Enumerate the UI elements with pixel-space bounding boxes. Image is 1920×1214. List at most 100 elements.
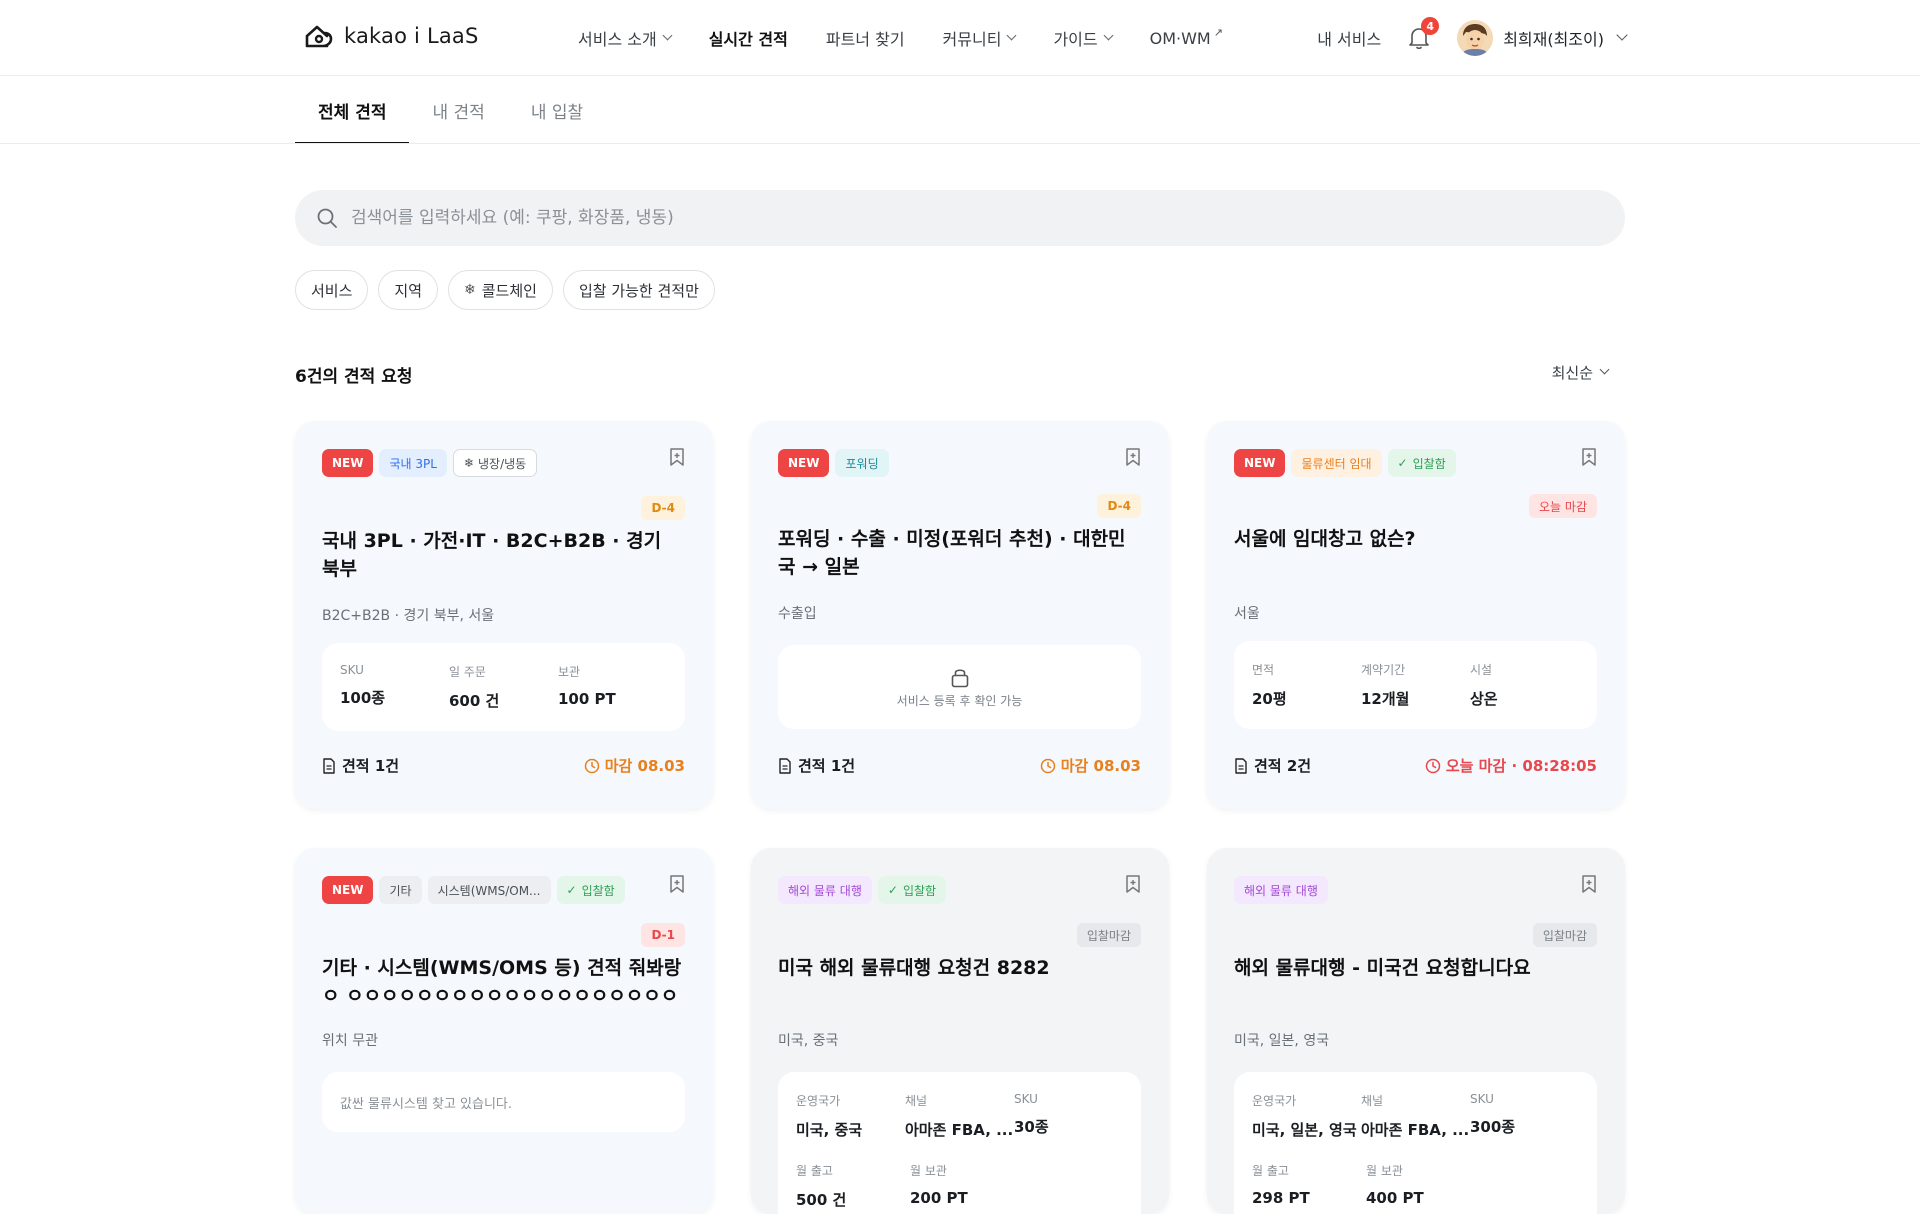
- avatar[interactable]: [1457, 20, 1494, 56]
- closed-badge: 입찰마감: [1076, 923, 1141, 947]
- category-tag: 시스템(WMS/OM...: [427, 876, 551, 904]
- nav-realtime-quote[interactable]: 실시간 견적: [709, 26, 788, 50]
- tab-my-bids[interactable]: 내 입찰: [508, 77, 606, 143]
- chevron-down-icon: [1006, 30, 1017, 40]
- card-subtitle: 서울: [1234, 606, 1260, 622]
- info-label: 월 출고: [796, 1164, 833, 1178]
- chevron-down-icon[interactable]: [1616, 29, 1628, 41]
- card-title: 해외 물류대행 - 미국건 요청합니다요: [1234, 957, 1531, 979]
- info-item: SKU 300종: [1470, 1092, 1579, 1140]
- info-value: 100종: [340, 689, 386, 707]
- nav-guide[interactable]: 가이드: [1053, 26, 1114, 50]
- info-item: 월 출고 298 PT: [1252, 1162, 1366, 1207]
- info-value: 200 PT: [910, 1189, 968, 1207]
- document-icon: [1235, 757, 1247, 774]
- info-label: SKU: [340, 663, 364, 677]
- clock-icon: [1040, 758, 1055, 773]
- dday-badge: D-1: [641, 923, 685, 947]
- nav-service-intro[interactable]: 서비스 소개: [578, 26, 673, 50]
- info-label: 면적: [1252, 663, 1275, 677]
- logo[interactable]: kakao i LaaS: [303, 22, 479, 50]
- lock-icon: [951, 668, 968, 687]
- info-box: SKU 100종 일 주문 600 건 보관 100 PT: [322, 643, 685, 731]
- info-item: 운영국가 미국, 중국: [796, 1092, 905, 1140]
- my-service-link[interactable]: 내 서비스: [1317, 26, 1381, 50]
- info-label: 보관: [558, 665, 581, 679]
- info-item: 일 주문 600 건: [449, 663, 558, 711]
- bookmark-icon[interactable]: [669, 447, 685, 467]
- card-subtitle: B2C+B2B · 경기 북부, 서울: [322, 608, 495, 624]
- filter-region[interactable]: 지역: [378, 270, 439, 310]
- category-tag: 물류센터 임대: [1291, 449, 1382, 477]
- quote-card[interactable]: NEW 국내 3PL ❄ 냉장/냉동 D-4 국내 3PL · 가전·IT · B…: [295, 421, 713, 809]
- snowflake-icon: ❄: [464, 282, 476, 298]
- filter-biddable-only[interactable]: 입찰 가능한 견적만: [562, 270, 715, 310]
- card-title: 포워딩 · 수출 · 미정(포워더 추천) · 대한민국 → 일본: [778, 528, 1126, 578]
- header-right: 내 서비스 4 최희재(최조이): [1317, 17, 1628, 58]
- info-item: 월 보관 200 PT: [910, 1162, 1024, 1210]
- info-value: 500 건: [796, 1191, 847, 1209]
- tag-label: 입찰함: [1412, 456, 1446, 471]
- deadline: 오늘 마감 · 08:28:05: [1425, 755, 1597, 776]
- new-badge: NEW: [322, 449, 374, 477]
- info-value: 상온: [1470, 690, 1498, 708]
- check-icon: ✓: [887, 883, 898, 897]
- chip-label: 입찰 가능한 견적만: [578, 281, 699, 300]
- bookmark-icon[interactable]: [669, 874, 685, 894]
- chip-label: 서비스: [311, 281, 353, 300]
- quote-card[interactable]: NEW 포워딩 D-4 포워딩 · 수출 · 미정(포워더 추천) · 대한민국…: [751, 421, 1169, 809]
- tab-all-quotes[interactable]: 전체 견적: [295, 77, 410, 144]
- info-value: 12개월: [1361, 690, 1410, 708]
- category-tag: 포워딩: [835, 449, 889, 477]
- info-label: 월 보관: [1366, 1164, 1403, 1178]
- deadline: 마감 08.03: [1040, 755, 1141, 776]
- bookmark-icon[interactable]: [1125, 874, 1141, 894]
- info-value: 20평: [1252, 690, 1287, 708]
- notification-button[interactable]: 4: [1407, 17, 1440, 51]
- info-item: 계약기간 12개월: [1361, 661, 1470, 709]
- info-label: 월 출고: [1252, 1164, 1289, 1178]
- top-header: kakao i LaaS 서비스 소개 실시간 견적 파트너 찾기 커뮤니티 가…: [0, 0, 1920, 76]
- filter-chips: 서비스 지역 ❄ 콜드체인 입찰 가능한 견적만: [295, 270, 715, 310]
- snowflake-icon: ❄: [463, 456, 474, 470]
- quote-card[interactable]: 해외 물류 대행 ✓ 입찰함 입찰마감 미국 해외 물류대행 요청건 8282 미…: [751, 848, 1169, 1214]
- closed-badge: 입찰마감: [1532, 923, 1597, 947]
- clock-icon: [584, 758, 599, 773]
- info-label: 계약기간: [1361, 663, 1406, 677]
- nav-find-partner[interactable]: 파트너 찾기: [826, 26, 905, 50]
- info-value: 미국, 중국: [796, 1121, 863, 1139]
- info-item: 월 보관 400 PT: [1366, 1162, 1480, 1207]
- nav-community[interactable]: 커뮤니티: [943, 26, 1017, 50]
- bookmark-icon[interactable]: [1581, 874, 1597, 894]
- info-label: 시설: [1470, 663, 1493, 677]
- bookmark-icon[interactable]: [1125, 447, 1141, 467]
- dday-badge: D-4: [641, 496, 685, 520]
- quote-card[interactable]: 해외 물류 대행 입찰마감 해외 물류대행 - 미국건 요청합니다요 미국, 일…: [1207, 848, 1625, 1214]
- bid-count-text: 견적 2건: [1254, 757, 1312, 775]
- tab-my-quotes[interactable]: 내 견적: [409, 77, 507, 143]
- quote-card[interactable]: NEW 물류센터 임대 ✓ 입찰함 오늘 마감 서울에 임대창고 없슨? 서울 면…: [1207, 421, 1625, 809]
- clock-icon: [1425, 758, 1441, 773]
- info-item: 월 출고 500 건: [796, 1162, 910, 1210]
- chevron-down-icon: [662, 30, 673, 40]
- quote-card[interactable]: NEW 기타 시스템(WMS/OM... ✓ 입찰함 D-1 기타 · 시스템(W…: [295, 848, 713, 1214]
- check-icon: ✓: [1397, 456, 1408, 470]
- nav-label: OM·WM: [1149, 28, 1211, 48]
- bookmark-icon[interactable]: [1581, 447, 1597, 467]
- logo-icon: [305, 25, 333, 48]
- info-label: SKU: [1470, 1092, 1494, 1106]
- filter-service[interactable]: 서비스: [295, 270, 369, 310]
- search-input[interactable]: [351, 208, 1551, 228]
- sort-dropdown[interactable]: 최신순: [1552, 362, 1610, 383]
- filter-coldchain[interactable]: ❄ 콜드체인: [448, 270, 553, 310]
- new-badge: NEW: [1234, 449, 1286, 477]
- user-name[interactable]: 최희재(최조이): [1503, 26, 1604, 50]
- info-value: 30종: [1014, 1118, 1049, 1136]
- dday-badge: D-4: [1097, 494, 1141, 518]
- info-label: 일 주문: [449, 665, 486, 679]
- new-badge: NEW: [322, 876, 374, 904]
- card-title: 기타 · 시스템(WMS/OMS 등) 견적 줘봐랑ㅇ ㅇㅇㅇㅇㅇㅇㅇㅇㅇㅇㅇㅇ…: [322, 957, 682, 1007]
- info-item: 채널 아마존 FBA, ...: [905, 1092, 1014, 1140]
- locked-message: 서비스 등록 후 확인 가능: [896, 693, 1023, 708]
- nav-om-wm[interactable]: OM·WM ↗: [1149, 26, 1223, 48]
